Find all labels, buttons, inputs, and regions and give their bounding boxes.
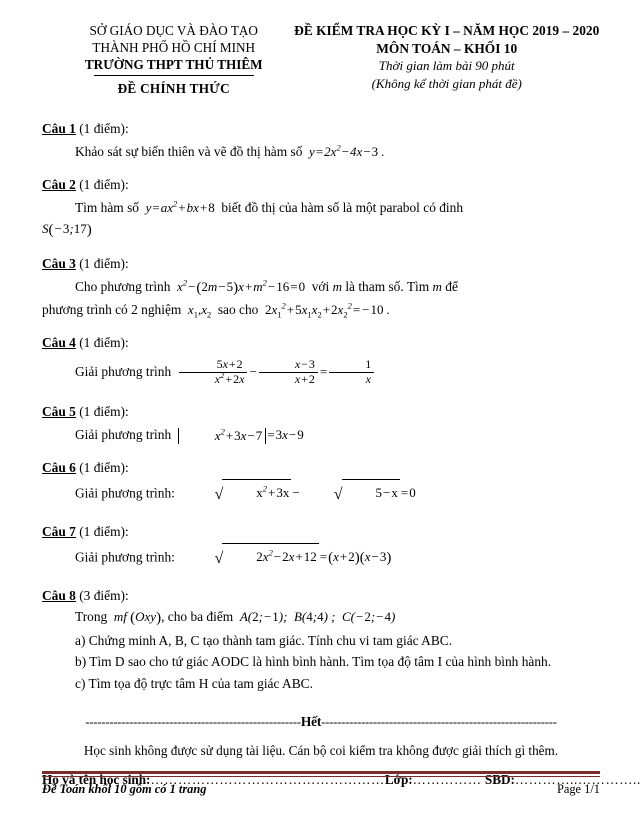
question-3-points: (1 điểm): bbox=[79, 256, 129, 271]
end-word: Hết bbox=[300, 714, 322, 729]
question-7-heading: Câu 7 (1 điểm): bbox=[42, 522, 600, 542]
question-7-equation: √ 2x2−2x+12 =(x+2)(x−3) bbox=[178, 543, 391, 567]
question-1-prompt: Khảo sát sự biến thiên và vẽ đồ thị hàm … bbox=[75, 144, 303, 159]
question-3-prompt-a: Cho phương trình bbox=[75, 279, 171, 294]
exam-title-line-2: MÔN TOÁN – KHỐI 10 bbox=[376, 40, 518, 56]
question-4-heading: Câu 4 (1 điểm): bbox=[42, 333, 600, 353]
question-3-condition-line: phương trình có 2 nghiệm x1,x2 sao cho 2… bbox=[42, 299, 600, 320]
exam-duration: Thời gian làm bài 90 phút bbox=[378, 58, 515, 73]
question-1-equation: y=2x2−4x−3 . bbox=[305, 142, 385, 159]
official-exam-label: ĐỀ CHÍNH THỨC bbox=[117, 81, 230, 96]
question-3-roots: x1,x2 bbox=[184, 302, 212, 320]
exam-title-line-1: ĐỀ KIỂM TRA HỌC KỲ I – NĂM HỌC 2019 – 20… bbox=[294, 23, 600, 38]
question-2-label: Câu 2 bbox=[42, 177, 76, 192]
question-5-points: (1 điểm): bbox=[79, 404, 129, 419]
footer-note: Đề Toán khối 10 gồm có 1 trang bbox=[42, 782, 207, 796]
question-2-body: Tìm hàm số y=ax2+bx+8 biết đồ thị của hà… bbox=[42, 197, 600, 218]
school-underline bbox=[93, 75, 254, 76]
question-5: Câu 5 (1 điểm): Giải phương trình x2+3x−… bbox=[42, 402, 600, 445]
question-3: Câu 3 (1 điểm): Cho phương trình x2−(2m−… bbox=[42, 254, 600, 320]
question-1-label: Câu 1 bbox=[42, 121, 76, 136]
question-3-label: Câu 3 bbox=[42, 256, 76, 271]
question-5-prompt: Giải phương trình bbox=[75, 427, 172, 442]
question-8-intro: Trong mf (Oxy), cho ba điểm A(2;−1); B(4… bbox=[42, 606, 600, 630]
question-4-body: Giải phương trình 5x+2 x2+2x − x−3 x+2 = 1 x bbox=[42, 355, 600, 389]
question-4-prompt: Giải phương trình bbox=[75, 364, 172, 379]
question-8-points: (3 điểm): bbox=[79, 588, 129, 603]
school-name: TRƯỜNG THPT THỦ THIÊM bbox=[84, 57, 263, 72]
question-6-points: (1 điểm): bbox=[79, 460, 129, 475]
page-footer: Đề Toán khối 10 gồm có 1 trang Page 1/1 bbox=[42, 771, 600, 797]
department-line-1: SỞ GIÁO DỤC VÀ ĐÀO TẠO bbox=[89, 23, 258, 38]
question-3-parameter: m bbox=[332, 279, 342, 294]
question-5-heading: Câu 5 (1 điểm): bbox=[42, 402, 600, 422]
question-8-plane: mf (Oxy) bbox=[110, 609, 162, 626]
question-7-body: Giải phương trình: √ 2x2−2x+12 =(x+2)(x−3) bbox=[42, 543, 600, 573]
question-3-prompt-e: phương trình có 2 nghiệm bbox=[42, 302, 182, 317]
question-1-body: Khảo sát sự biến thiên và vẽ đồ thị hàm … bbox=[42, 141, 600, 162]
page-number: Page 1/1 bbox=[556, 782, 600, 796]
question-3-condition: 2x12+5x1x2+2x22= −10 . bbox=[265, 300, 390, 320]
question-3-body: Cho phương trình x2−(2m−5)x+m2−16=0 với … bbox=[42, 276, 600, 299]
question-8-intro-b: , cho ba điểm bbox=[161, 609, 234, 624]
question-3-prompt-d: để bbox=[445, 279, 458, 294]
footer-divider bbox=[42, 771, 600, 777]
question-6-equation: √ x2+3x − √ 5−x =0 bbox=[178, 479, 416, 503]
department-line-2: THÀNH PHỐ HỒ CHÍ MINH bbox=[92, 40, 256, 55]
exam-rules-note: Học sinh không được sử dụng tài liệu. Cá… bbox=[83, 743, 559, 758]
question-2-points: (1 điểm): bbox=[79, 177, 129, 192]
question-8-intro-a: Trong bbox=[75, 609, 108, 624]
question-6-heading: Câu 6 (1 điểm): bbox=[42, 458, 600, 478]
question-6-body: Giải phương trình: √ x2+3x − √ 5−x =0 bbox=[42, 479, 600, 509]
exam-duration-note: (Không kể thời gian phát đề) bbox=[371, 75, 522, 91]
question-3-prompt-c: là tham số. Tìm bbox=[345, 279, 430, 294]
question-3-prompt-f: sao cho bbox=[217, 302, 259, 317]
question-2-equation: y=ax2+bx+8 bbox=[142, 198, 215, 215]
question-6-prompt: Giải phương trình: bbox=[75, 485, 175, 501]
header-left-block: SỞ GIÁO DỤC VÀ ĐÀO TẠO THÀNH PHỐ HỒ CHÍ … bbox=[42, 22, 293, 97]
question-8-label: Câu 8 bbox=[42, 588, 76, 603]
header-right-block: ĐỀ KIỂM TRA HỌC KỲ I – NĂM HỌC 2019 – 20… bbox=[293, 22, 600, 92]
question-7: Câu 7 (1 điểm): Giải phương trình: √ 2x2−… bbox=[42, 522, 600, 573]
question-8-points-list: A(2;−1); B(4;4) ; C(−2;−4) bbox=[236, 609, 396, 624]
question-1: Câu 1 (1 điểm): Khảo sát sự biến thiên v… bbox=[42, 119, 600, 162]
question-2-heading: Câu 2 (1 điểm): bbox=[42, 175, 600, 195]
question-4-equation: 5x+2 x2+2x − x−3 x+2 = 1 x bbox=[175, 357, 376, 385]
question-5-equation: x2+3x−7 =3x−9 bbox=[175, 427, 304, 445]
footer-text-row: Đề Toán khối 10 gồm có 1 trang Page 1/1 bbox=[42, 782, 600, 797]
question-6-label: Câu 6 bbox=[42, 460, 76, 475]
question-6: Câu 6 (1 điểm): Giải phương trình: √ x2+3… bbox=[42, 458, 600, 509]
questions-area: Câu 1 (1 điểm): Khảo sát sự biến thiên v… bbox=[42, 119, 640, 788]
question-7-prompt: Giải phương trình: bbox=[75, 549, 175, 565]
question-5-body: Giải phương trình x2+3x−7 =3x−9 bbox=[42, 424, 600, 445]
question-8-part-c: c) Tìm tọa độ trực tâm H của tam giác AB… bbox=[75, 675, 313, 691]
question-3-heading: Câu 3 (1 điểm): bbox=[42, 254, 600, 274]
question-2-prompt-a: Tìm hàm số bbox=[75, 200, 139, 215]
question-4-points: (1 điểm): bbox=[79, 335, 129, 350]
question-3-prompt-b: với bbox=[311, 279, 330, 294]
exam-page: SỞ GIÁO DỤC VÀ ĐÀO TẠO THÀNH PHỐ HỒ CHÍ … bbox=[0, 0, 642, 833]
end-dashes-right: ----------------------------------------… bbox=[321, 715, 557, 729]
question-1-points: (1 điểm): bbox=[79, 121, 129, 136]
question-7-label: Câu 7 bbox=[42, 524, 76, 539]
question-3-parameter-2: m bbox=[432, 279, 442, 294]
question-8-part-b: b) Tìm D sao cho tứ giác AODC là hình bì… bbox=[75, 654, 552, 669]
question-8-part-a: a) Chứng minh A, B, C tạo thành tam giác… bbox=[75, 632, 453, 648]
question-1-heading: Câu 1 (1 điểm): bbox=[42, 119, 600, 139]
end-separator: ----------------------------------------… bbox=[42, 714, 600, 730]
question-8: Câu 8 (3 điểm): Trong mf (Oxy), cho ba đ… bbox=[42, 586, 600, 694]
question-8-heading: Câu 8 (3 điểm): bbox=[42, 586, 600, 606]
question-2: Câu 2 (1 điểm): Tìm hàm số y=ax2+bx+8 bi… bbox=[42, 175, 600, 241]
question-2-vertex: S(−3;17) bbox=[42, 221, 92, 238]
question-5-label: Câu 5 bbox=[42, 404, 76, 419]
document-header: SỞ GIÁO DỤC VÀ ĐÀO TẠO THÀNH PHỐ HỒ CHÍ … bbox=[42, 22, 600, 97]
question-2-prompt-b: biết đồ thị của hàm số là một parabol có… bbox=[221, 200, 464, 215]
question-2-vertex-line: S(−3;17) bbox=[42, 218, 600, 241]
question-3-equation: x2−(2m−5)x+m2−16=0 bbox=[173, 277, 306, 296]
question-4: Câu 4 (1 điểm): Giải phương trình 5x+2 x2… bbox=[42, 333, 600, 389]
question-4-label: Câu 4 bbox=[42, 335, 76, 350]
end-dashes-left: ----------------------------------------… bbox=[85, 715, 301, 729]
question-7-points: (1 điểm): bbox=[79, 524, 129, 539]
